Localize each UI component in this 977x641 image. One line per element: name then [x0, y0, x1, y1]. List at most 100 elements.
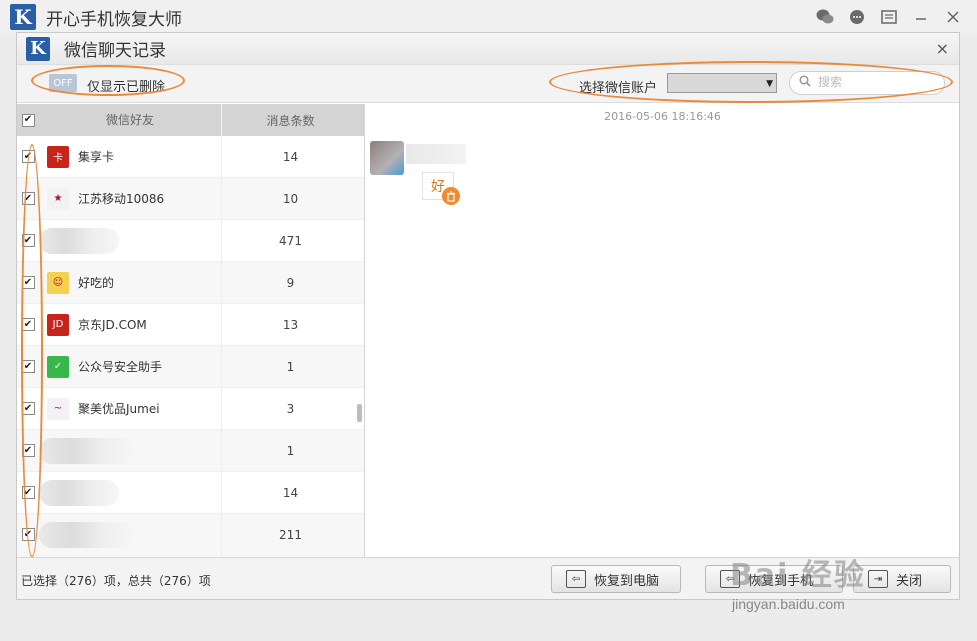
search-icon: [799, 75, 811, 90]
table-row[interactable]: ✔ 卡集享卡 14: [17, 136, 364, 178]
app-title: 开心手机恢复大师: [46, 9, 182, 30]
restore-to-pc-label: 恢复到电脑: [594, 573, 660, 589]
message-count: 10: [282, 191, 299, 206]
minimize-icon[interactable]: [911, 7, 931, 27]
friend-name-cell: [39, 514, 222, 555]
message-count: 14: [282, 149, 299, 164]
friend-name: 好吃的: [78, 276, 115, 290]
table-row[interactable]: ✔ JD 京东JD.COM 13: [17, 304, 364, 346]
selection-summary: 已选择（276）项，总共（276）项: [21, 574, 211, 588]
friend-name: 集享卡: [78, 150, 115, 164]
message-count: 211: [279, 527, 302, 542]
friend-name: 京东JD.COM: [78, 318, 147, 332]
message-count: 471: [279, 233, 302, 248]
close-label: 关闭: [896, 573, 923, 589]
message-count: 14: [282, 485, 299, 500]
row-checkbox[interactable]: ✔: [21, 192, 35, 205]
wechat-records-dialog: K 微信聊天记录 × OFF 仅显示已删除 选择微信账户 ▼ ✔ 微信好友 消息…: [16, 32, 960, 600]
redacted-name: [39, 521, 134, 548]
column-header-count[interactable]: 消息条数: [222, 112, 359, 129]
avatar: ★: [47, 187, 69, 210]
friends-list: ✔ 卡集享卡 14 ✔ ★ 江苏移动10086 10 ✔ 471 ✔ ☺ 好吃的 9 ✔ JD 京东JD.CO…: [17, 136, 364, 556]
account-select[interactable]: ▼: [667, 73, 777, 93]
restore-to-pc-button[interactable]: ⇦ 恢复到电脑: [551, 565, 681, 593]
row-checkbox[interactable]: ✔: [21, 318, 35, 331]
account-label: 选择微信账户: [579, 81, 658, 96]
search-input[interactable]: [818, 75, 938, 89]
row-checkbox[interactable]: ✔: [21, 486, 35, 499]
avatar: [370, 141, 404, 175]
toolbar: OFF 仅显示已删除 选择微信账户 ▼: [17, 61, 959, 103]
table-header: ✔ 微信好友 消息条数: [17, 104, 364, 136]
table-row[interactable]: ✔ ~ 聚美优品Jumei 3: [17, 388, 364, 430]
chat-panel: 2016-05-06 18:16:46 好: [366, 104, 959, 557]
table-row[interactable]: ✔ ★ 江苏移动10086 10: [17, 178, 364, 220]
table-row[interactable]: ✔ 1: [17, 430, 364, 472]
trash-icon[interactable]: [442, 187, 460, 205]
friend-name-cell: ~ 聚美优品Jumei: [39, 388, 222, 429]
app-titlebar: K 开心手机恢复大师: [0, 0, 977, 34]
restore-to-phone-button[interactable]: ⇦ 恢复到手机: [705, 565, 843, 593]
redacted-name: [39, 227, 119, 254]
chat-icon[interactable]: [847, 7, 867, 27]
row-checkbox[interactable]: ✔: [21, 444, 35, 457]
friend-name-cell: JD 京东JD.COM: [39, 304, 222, 345]
search-box[interactable]: [789, 71, 945, 95]
exit-icon: ⇥: [868, 570, 888, 588]
friend-name: 聚美优品Jumei: [78, 402, 160, 416]
message-count: 3: [286, 401, 295, 416]
friend-name-cell: [39, 472, 222, 513]
friend-name-cell: ★ 江苏移动10086: [39, 178, 222, 219]
table-row[interactable]: ✔ 471: [17, 220, 364, 262]
message-timestamp: 2016-05-06 18:16:46: [604, 110, 721, 123]
message-count: 9: [286, 275, 295, 290]
dialog-close-icon[interactable]: ×: [936, 39, 949, 58]
show-deleted-toggle[interactable]: OFF: [49, 74, 77, 92]
table-row[interactable]: ✔ ✓ 公众号安全助手 1: [17, 346, 364, 388]
menu-icon[interactable]: [879, 7, 899, 27]
phone-icon: ⇦: [720, 570, 740, 588]
table-row[interactable]: ✔ 211: [17, 514, 364, 556]
message-count: 1: [286, 443, 295, 458]
app-logo: K: [10, 4, 36, 30]
message-count: 13: [282, 317, 299, 332]
scrollbar-thumb[interactable]: [357, 404, 362, 422]
wechat-icon[interactable]: [815, 7, 835, 27]
friend-name-cell: 卡集享卡: [39, 136, 222, 177]
row-checkbox[interactable]: ✔: [21, 528, 35, 541]
close-icon[interactable]: [943, 7, 963, 27]
friend-name: 公众号安全助手: [78, 360, 163, 374]
table-row[interactable]: ✔ 14: [17, 472, 364, 514]
dialog-title: 微信聊天记录: [64, 41, 166, 61]
table-row[interactable]: ✔ ☺ 好吃的 9: [17, 262, 364, 304]
dialog-logo: K: [26, 36, 50, 61]
window-controls: [815, 7, 963, 27]
row-checkbox[interactable]: ✔: [21, 234, 35, 247]
row-checkbox[interactable]: ✔: [21, 276, 35, 289]
friend-name-cell: ✓ 公众号安全助手: [39, 346, 222, 387]
close-button[interactable]: ⇥ 关闭: [853, 565, 951, 593]
avatar: JD: [47, 313, 69, 336]
friend-name-cell: [39, 220, 222, 261]
show-deleted-label: 仅显示已删除: [87, 80, 166, 95]
computer-icon: ⇦: [566, 570, 586, 588]
select-all-checkbox[interactable]: ✔: [21, 113, 35, 127]
friends-panel: ✔ 微信好友 消息条数 ✔ 卡集享卡 14 ✔ ★ 江苏移动10086 10 ✔ 471 ✔ ☺ 好吃…: [17, 104, 365, 557]
friend-name: 江苏移动10086: [78, 192, 165, 206]
row-checkbox[interactable]: ✔: [21, 402, 35, 415]
friend-name-cell: ☺ 好吃的: [39, 262, 222, 303]
avatar: 卡: [47, 145, 69, 168]
restore-to-phone-label: 恢复到手机: [748, 573, 814, 589]
redacted-name: [39, 479, 119, 506]
row-checkbox[interactable]: ✔: [21, 360, 35, 373]
avatar: ✓: [47, 355, 69, 378]
sender-name-redacted: [406, 144, 466, 164]
friend-name-cell: [39, 430, 222, 471]
dialog-titlebar: K 微信聊天记录 ×: [17, 33, 959, 65]
row-checkbox[interactable]: ✔: [21, 150, 35, 163]
message-count: 1: [286, 359, 295, 374]
footer: 已选择（276）项，总共（276）项 ⇦ 恢复到电脑 ⇦ 恢复到手机 ⇥ 关闭: [17, 557, 959, 599]
avatar: ☺: [47, 271, 69, 294]
chevron-down-icon: ▼: [766, 79, 773, 89]
column-header-friend[interactable]: 微信好友: [39, 104, 222, 136]
